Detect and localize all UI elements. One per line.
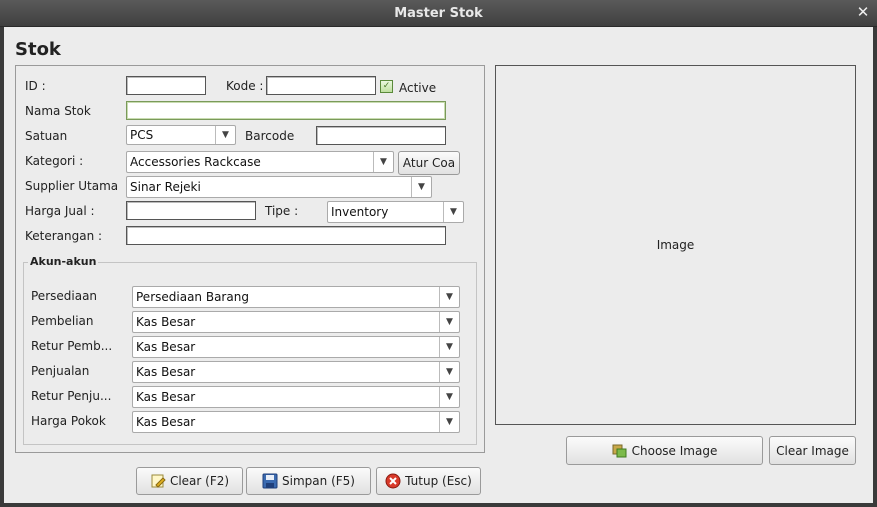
akun-group: Akun-akun Persediaan Persediaan Barang ▼…: [23, 255, 477, 445]
harga-jual-label: Harga Jual :: [25, 204, 95, 218]
image-preview: Image: [495, 65, 856, 425]
akun-label-retur-pembelian: Retur Pemb...: [31, 339, 113, 353]
chevron-down-icon: ▼: [411, 177, 431, 197]
satuan-select[interactable]: PCS ▼: [126, 125, 236, 145]
clear-button[interactable]: Clear (F2): [136, 467, 243, 495]
barcode-field[interactable]: [316, 126, 446, 145]
akun-select-penjualan[interactable]: Kas Besar ▼: [132, 361, 460, 383]
id-label: ID :: [25, 79, 46, 93]
title-bar: Master Stok ✕: [0, 0, 877, 27]
akun-select-retur-pembelian[interactable]: Kas Besar ▼: [132, 336, 460, 358]
close-icon[interactable]: ✕: [855, 4, 871, 20]
tipe-value: Inventory: [331, 205, 389, 219]
satuan-value: PCS: [130, 128, 154, 142]
harga-jual-field[interactable]: [126, 201, 256, 220]
form-panel: ID : Kode : ✓ Active Nama Stok Satuan PC…: [15, 65, 485, 453]
page-title: Stok: [15, 39, 61, 60]
keterangan-label: Keterangan :: [25, 229, 103, 243]
dialog-body: Stok ID : Kode : ✓ Active Nama Stok Satu…: [4, 27, 873, 503]
akun-value: Kas Besar: [136, 390, 196, 404]
kategori-value: Accessories Rackcase: [130, 155, 261, 169]
keterangan-field[interactable]: [126, 226, 446, 245]
save-icon: [262, 473, 278, 489]
image-placeholder: Image: [656, 238, 695, 252]
tipe-label: Tipe :: [265, 204, 299, 218]
akun-label-harga-pokok: Harga Pokok: [31, 414, 106, 428]
akun-label-retur-penjualan: Retur Penju...: [31, 389, 112, 403]
window-title: Master Stok: [394, 6, 483, 21]
tutup-button-label: Tutup (Esc): [405, 474, 472, 488]
akun-value: Kas Besar: [136, 315, 196, 329]
supplier-value: Sinar Rejeki: [130, 180, 201, 194]
simpan-button-label: Simpan (F5): [282, 474, 355, 488]
chevron-down-icon: ▼: [439, 362, 459, 382]
chevron-down-icon: ▼: [373, 152, 393, 172]
supplier-label: Supplier Utama: [25, 179, 119, 193]
atur-coa-label: Atur Coa: [402, 156, 456, 170]
akun-label-persediaan: Persediaan: [31, 289, 98, 303]
choose-image-label: Choose Image: [631, 443, 718, 458]
clear-image-label: Clear Image: [776, 443, 849, 458]
id-field[interactable]: [126, 76, 206, 95]
clear-icon: [150, 473, 166, 489]
tipe-select[interactable]: Inventory ▼: [327, 201, 464, 223]
chevron-down-icon: ▼: [215, 126, 235, 144]
akun-value: Kas Besar: [136, 365, 196, 379]
clear-button-label: Clear (F2): [169, 474, 230, 488]
choose-image-button[interactable]: Choose Image: [566, 436, 763, 465]
chevron-down-icon: ▼: [439, 387, 459, 407]
nama-stok-label: Nama Stok: [25, 104, 91, 118]
akun-value: Kas Besar: [136, 340, 196, 354]
chevron-down-icon: ▼: [439, 287, 459, 307]
kategori-select[interactable]: Accessories Rackcase ▼: [126, 151, 394, 173]
akun-select-retur-penjualan[interactable]: Kas Besar ▼: [132, 386, 460, 408]
clear-image-button[interactable]: Clear Image: [769, 436, 856, 465]
chevron-down-icon: ▼: [443, 202, 463, 222]
akun-value: Persediaan Barang: [136, 290, 249, 304]
supplier-select[interactable]: Sinar Rejeki ▼: [126, 176, 432, 198]
kategori-label: Kategori :: [25, 154, 84, 168]
akun-select-pembelian[interactable]: Kas Besar ▼: [132, 311, 460, 333]
akun-label-pembelian: Pembelian: [31, 314, 94, 328]
akun-group-title: Akun-akun: [28, 255, 99, 268]
kode-label: Kode :: [226, 79, 264, 93]
chevron-down-icon: ▼: [439, 337, 459, 357]
tutup-button[interactable]: Tutup (Esc): [376, 467, 481, 495]
kode-field[interactable]: [266, 76, 376, 95]
satuan-label: Satuan: [25, 129, 68, 143]
image-icon: [612, 443, 628, 459]
akun-label-penjualan: Penjualan: [31, 364, 90, 378]
simpan-button[interactable]: Simpan (F5): [246, 467, 371, 495]
akun-select-persediaan[interactable]: Persediaan Barang ▼: [132, 286, 460, 308]
nama-stok-field[interactable]: [126, 101, 446, 120]
akun-value: Kas Besar: [136, 415, 196, 429]
chevron-down-icon: ▼: [439, 312, 459, 332]
active-label: Active: [399, 81, 437, 95]
barcode-label: Barcode: [245, 129, 295, 143]
akun-select-harga-pokok[interactable]: Kas Besar ▼: [132, 411, 460, 433]
active-checkbox[interactable]: ✓: [380, 80, 393, 93]
atur-coa-button[interactable]: Atur Coa: [398, 151, 460, 175]
cancel-icon: [385, 473, 401, 489]
chevron-down-icon: ▼: [439, 412, 459, 432]
